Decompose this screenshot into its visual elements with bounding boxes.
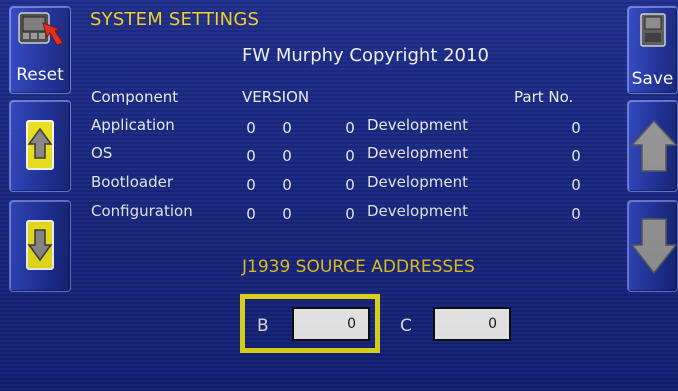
- row-component: Bootloader: [91, 173, 173, 191]
- scroll-down-button[interactable]: [9, 200, 71, 292]
- header-component: Component: [91, 88, 179, 106]
- arrow-up-icon: [630, 119, 678, 172]
- row-part-no: 0: [571, 119, 581, 137]
- page-title: SYSTEM SETTINGS: [90, 9, 260, 30]
- row-build: 0: [345, 205, 355, 223]
- row-release: Development: [367, 173, 468, 191]
- right-scroll-down-button[interactable]: [627, 200, 678, 292]
- right-scroll-up-button[interactable]: [627, 100, 678, 192]
- header-version: VERSION: [242, 88, 310, 106]
- device-reset-icon: [18, 12, 64, 46]
- address-c-field[interactable]: 0: [433, 307, 511, 341]
- address-b-field[interactable]: 0: [292, 307, 370, 341]
- row-release: Development: [367, 144, 468, 162]
- row-minor: 0: [282, 176, 292, 194]
- save-label: Save: [631, 69, 674, 89]
- save-button[interactable]: Save: [627, 6, 678, 94]
- row-component: Application: [91, 116, 175, 134]
- j1939-section-title: J1939 SOURCE ADDRESSES: [242, 257, 475, 277]
- arrow-up-icon: [27, 127, 53, 159]
- row-build: 0: [345, 119, 355, 137]
- row-part-no: 0: [571, 205, 581, 223]
- header-part-no: Part No.: [514, 88, 574, 106]
- save-device-icon: [640, 13, 666, 47]
- row-build: 0: [345, 176, 355, 194]
- row-major: 0: [246, 176, 256, 194]
- row-component: OS: [91, 144, 113, 162]
- row-major: 0: [246, 147, 256, 165]
- row-major: 0: [246, 119, 256, 137]
- address-c-label: C: [400, 316, 412, 336]
- row-build: 0: [345, 147, 355, 165]
- row-major: 0: [246, 205, 256, 223]
- copyright-text: FW Murphy Copyright 2010: [242, 45, 489, 66]
- arrow-down-icon: [27, 229, 53, 262]
- row-release: Development: [367, 202, 468, 220]
- system-settings-screen: Reset Save SYSTEM SETTINGS FW Murphy Cop…: [0, 0, 678, 391]
- row-component: Configuration: [91, 202, 193, 220]
- row-minor: 0: [282, 119, 292, 137]
- reset-button[interactable]: Reset: [9, 6, 71, 94]
- arrow-down-icon: [630, 218, 678, 275]
- row-release: Development: [367, 116, 468, 134]
- row-minor: 0: [282, 205, 292, 223]
- row-part-no: 0: [571, 147, 581, 165]
- scroll-up-button[interactable]: [9, 100, 71, 192]
- address-b-label: B: [257, 316, 269, 336]
- row-minor: 0: [282, 147, 292, 165]
- row-part-no: 0: [571, 176, 581, 194]
- reset-label: Reset: [16, 65, 64, 85]
